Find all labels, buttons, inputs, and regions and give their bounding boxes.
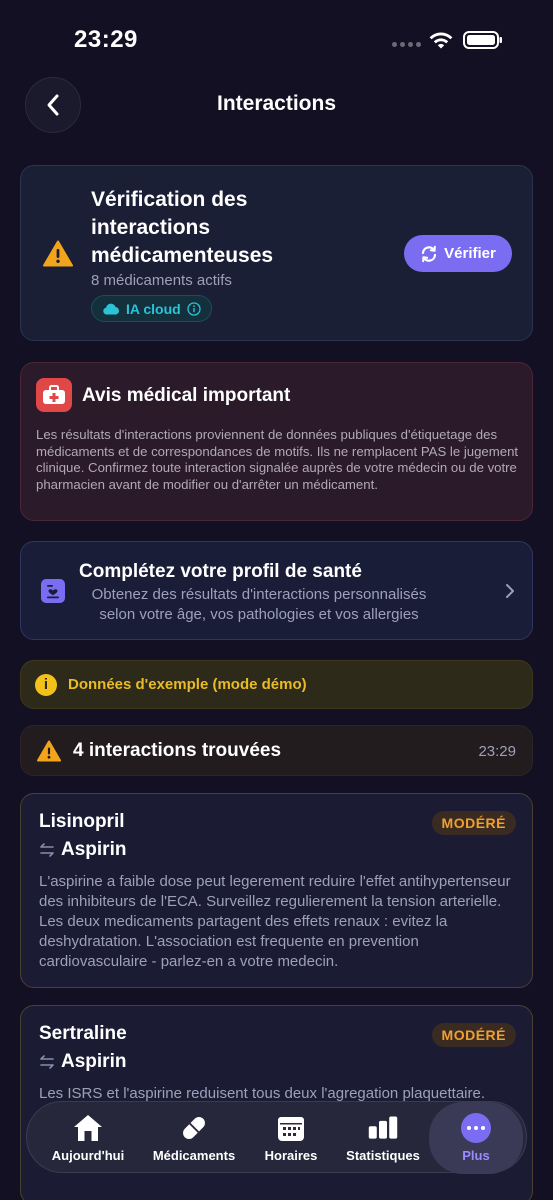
tab-bar: Aujourd'hui Médicaments Horaires Statist… xyxy=(26,1101,527,1174)
info-icon: i xyxy=(35,674,57,696)
wifi-icon xyxy=(429,32,453,49)
drug-a-name: Lisinopril xyxy=(39,811,125,832)
warning-icon xyxy=(43,240,73,267)
more-dots-icon xyxy=(461,1113,491,1143)
tab-statistics[interactable]: Statistiques xyxy=(341,1102,425,1174)
profile-description: Obtenez des résultats d'interactions per… xyxy=(91,586,427,623)
tab-today[interactable]: Aujourd'hui xyxy=(47,1102,129,1174)
page-title: Interactions xyxy=(216,92,337,115)
info-icon xyxy=(187,301,201,316)
cellular-signal-icon xyxy=(392,42,421,47)
status-time: 23:29 xyxy=(74,26,138,53)
refresh-icon xyxy=(422,245,437,262)
tab-schedule-label: Horaires xyxy=(264,1148,318,1163)
ai-cloud-badge[interactable]: IA cloud xyxy=(91,295,212,322)
demo-mode-text: Données d'exemple (mode démo) xyxy=(68,676,307,693)
results-count: 4 interactions trouvées xyxy=(73,740,282,761)
check-title: Vérification des interactions médicament… xyxy=(91,188,274,267)
home-icon xyxy=(72,1112,104,1144)
chevron-right-icon xyxy=(506,584,514,598)
tab-today-label: Aujourd'hui xyxy=(51,1148,125,1163)
profile-title: Complétez votre profil de santé xyxy=(79,561,362,582)
tab-more-label: Plus xyxy=(462,1148,490,1163)
results-summary: 4 interactions trouvées 23:29 xyxy=(20,725,533,776)
results-timestamp: 23:29 xyxy=(478,743,516,760)
swap-arrows-icon xyxy=(40,843,54,857)
ai-cloud-label: IA cloud xyxy=(126,300,181,317)
bar-chart-icon xyxy=(367,1112,399,1144)
swap-arrows-icon xyxy=(40,1055,54,1069)
warning-icon xyxy=(37,740,61,762)
tab-medications[interactable]: Médicaments xyxy=(147,1102,241,1174)
calendar-icon xyxy=(275,1112,307,1144)
battery-icon xyxy=(463,31,502,49)
tab-schedule[interactable]: Horaires xyxy=(255,1102,327,1174)
cloud-icon xyxy=(103,303,120,314)
drug-a-name: Sertraline xyxy=(39,1023,127,1044)
complete-profile-card[interactable]: Complétez votre profil de santé Obtenez … xyxy=(20,541,533,640)
verify-button[interactable]: Vérifier xyxy=(404,235,512,272)
demo-mode-banner: i Données d'exemple (mode démo) xyxy=(20,660,533,709)
health-profile-icon xyxy=(41,579,65,603)
medical-notice-card: Avis médical important Les résultats d'i… xyxy=(20,362,533,521)
tab-more[interactable]: Plus xyxy=(429,1102,523,1174)
verify-label: Vérifier xyxy=(444,245,496,262)
active-meds-count: 8 médicaments actifs xyxy=(91,272,232,289)
severity-badge: MODÉRÉ xyxy=(431,811,516,835)
notice-body: Les résultats d'interactions proviennent… xyxy=(36,427,519,492)
tab-statistics-label: Statistiques xyxy=(346,1148,420,1163)
interaction-description: L'aspirine a faible dose peut legerement… xyxy=(39,873,511,970)
interaction-check-card: Vérification des interactions médicament… xyxy=(20,165,533,341)
status-bar: 23:29 xyxy=(0,0,553,70)
tab-medications-label: Médicaments xyxy=(152,1148,236,1163)
severity-badge: MODÉRÉ xyxy=(431,1023,516,1047)
medical-kit-icon xyxy=(36,378,72,412)
drug-b-name: Aspirin xyxy=(61,839,127,860)
drug-b-name: Aspirin xyxy=(61,1051,127,1072)
notice-title: Avis médical important xyxy=(82,385,291,406)
interaction-card[interactable]: Lisinopril Aspirin MODÉRÉ L'aspirine a f… xyxy=(20,793,533,988)
pill-icon xyxy=(178,1112,210,1144)
